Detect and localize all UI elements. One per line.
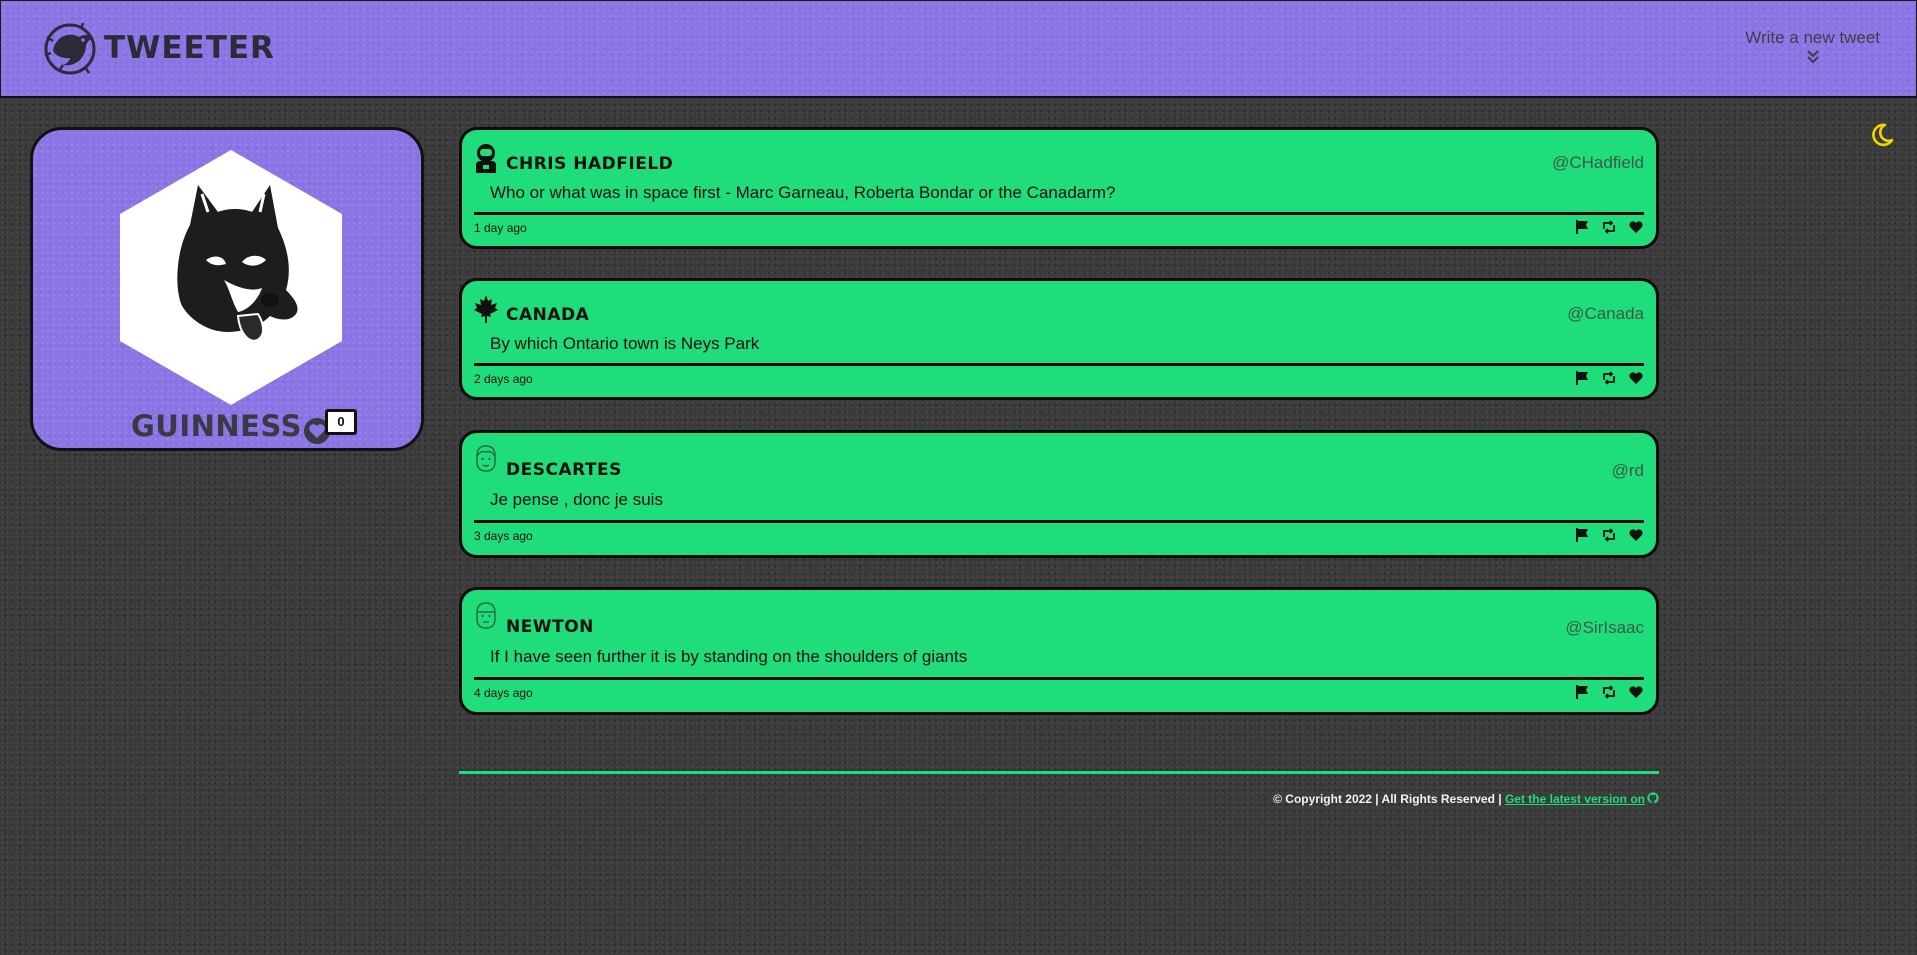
flag-icon[interactable] xyxy=(1574,219,1590,235)
tweet-divider xyxy=(474,212,1644,215)
heart-icon[interactable] xyxy=(1628,527,1644,543)
tweet-content: By which Ontario town is Neys Park xyxy=(490,334,760,353)
like-count-badge: 0 xyxy=(325,409,357,435)
tweet-timestamp: 2 days ago xyxy=(474,372,533,386)
tweet-author-handle: @CHadfield xyxy=(1552,153,1644,172)
retweet-icon[interactable] xyxy=(1601,527,1617,543)
tweet-divider xyxy=(474,520,1644,523)
latest-version-link[interactable]: Get the latest version on xyxy=(1505,792,1659,806)
astronaut-icon xyxy=(476,144,496,173)
copyright-text: © Copyright 2022 | All Rights Reserved | xyxy=(1273,792,1505,806)
profile-card: Guinness 0 xyxy=(30,127,424,451)
tweet-content: Je pense , donc je suis xyxy=(490,490,663,509)
tweet-author-name: Chris Hadfield xyxy=(506,154,674,174)
retweet-icon[interactable] xyxy=(1601,219,1617,235)
tweet-timestamp: 4 days ago xyxy=(474,686,533,700)
tweet-actions xyxy=(1574,684,1644,700)
heart-icon[interactable] xyxy=(1628,684,1644,700)
tweet-author-handle: @SirIsaac xyxy=(1565,618,1644,637)
flag-icon[interactable] xyxy=(1574,370,1590,386)
chevron-double-down-icon xyxy=(1806,50,1819,64)
moon-icon[interactable] xyxy=(1869,122,1895,148)
tweet-author-name: Descartes xyxy=(506,460,622,480)
tweet-card: Newton @SirIsaac If I have seen further … xyxy=(459,587,1659,715)
tweet-author-handle: @rd xyxy=(1611,461,1644,480)
bird-logo-icon xyxy=(44,22,96,75)
heart-icon[interactable] xyxy=(1628,370,1644,386)
maple-leaf-icon xyxy=(474,295,498,323)
tweet-actions xyxy=(1574,527,1644,543)
profile-name: Guinness xyxy=(131,409,302,443)
tweet-author-name: Canada xyxy=(506,305,590,325)
tweet-actions xyxy=(1574,219,1644,235)
tweet-author-handle: @Canada xyxy=(1567,304,1644,323)
face-outline-icon xyxy=(476,602,496,629)
tweet-card: Descartes @rd Je pense , donc je suis 3 … xyxy=(459,430,1659,558)
footer-divider xyxy=(459,771,1659,774)
write-new-tweet-label: Write a new tweet xyxy=(1745,28,1880,47)
brand-title: Tweeter xyxy=(104,30,275,66)
top-nav: Tweeter Write a new tweet xyxy=(0,0,1917,98)
tweet-content: If I have seen further it is by standing… xyxy=(490,647,968,666)
face-outline-icon xyxy=(476,445,496,472)
tweet-card: Canada @Canada By which Ontario town is … xyxy=(459,278,1659,400)
retweet-icon[interactable] xyxy=(1601,370,1617,386)
retweet-icon[interactable] xyxy=(1601,684,1617,700)
write-new-tweet-button[interactable]: Write a new tweet xyxy=(1745,28,1880,65)
latest-version-label: Get the latest version on xyxy=(1504,792,1645,806)
tweet-card: Chris Hadfield @CHadfield Who or what wa… xyxy=(459,127,1659,249)
tweet-actions xyxy=(1574,370,1644,386)
footer: © Copyright 2022 | All Rights Reserved |… xyxy=(1273,792,1659,806)
tweet-divider xyxy=(474,677,1644,680)
husky-avatar xyxy=(120,150,342,405)
flag-icon[interactable] xyxy=(1574,527,1590,543)
flag-icon[interactable] xyxy=(1574,684,1590,700)
tweet-timestamp: 1 day ago xyxy=(474,221,527,235)
tweet-content: Who or what was in space first - Marc Ga… xyxy=(490,183,1116,202)
tweet-author-name: Newton xyxy=(506,617,594,637)
github-icon xyxy=(1647,792,1659,804)
tweet-divider xyxy=(474,363,1644,366)
tweet-timestamp: 3 days ago xyxy=(474,529,533,543)
heart-icon[interactable] xyxy=(1628,219,1644,235)
